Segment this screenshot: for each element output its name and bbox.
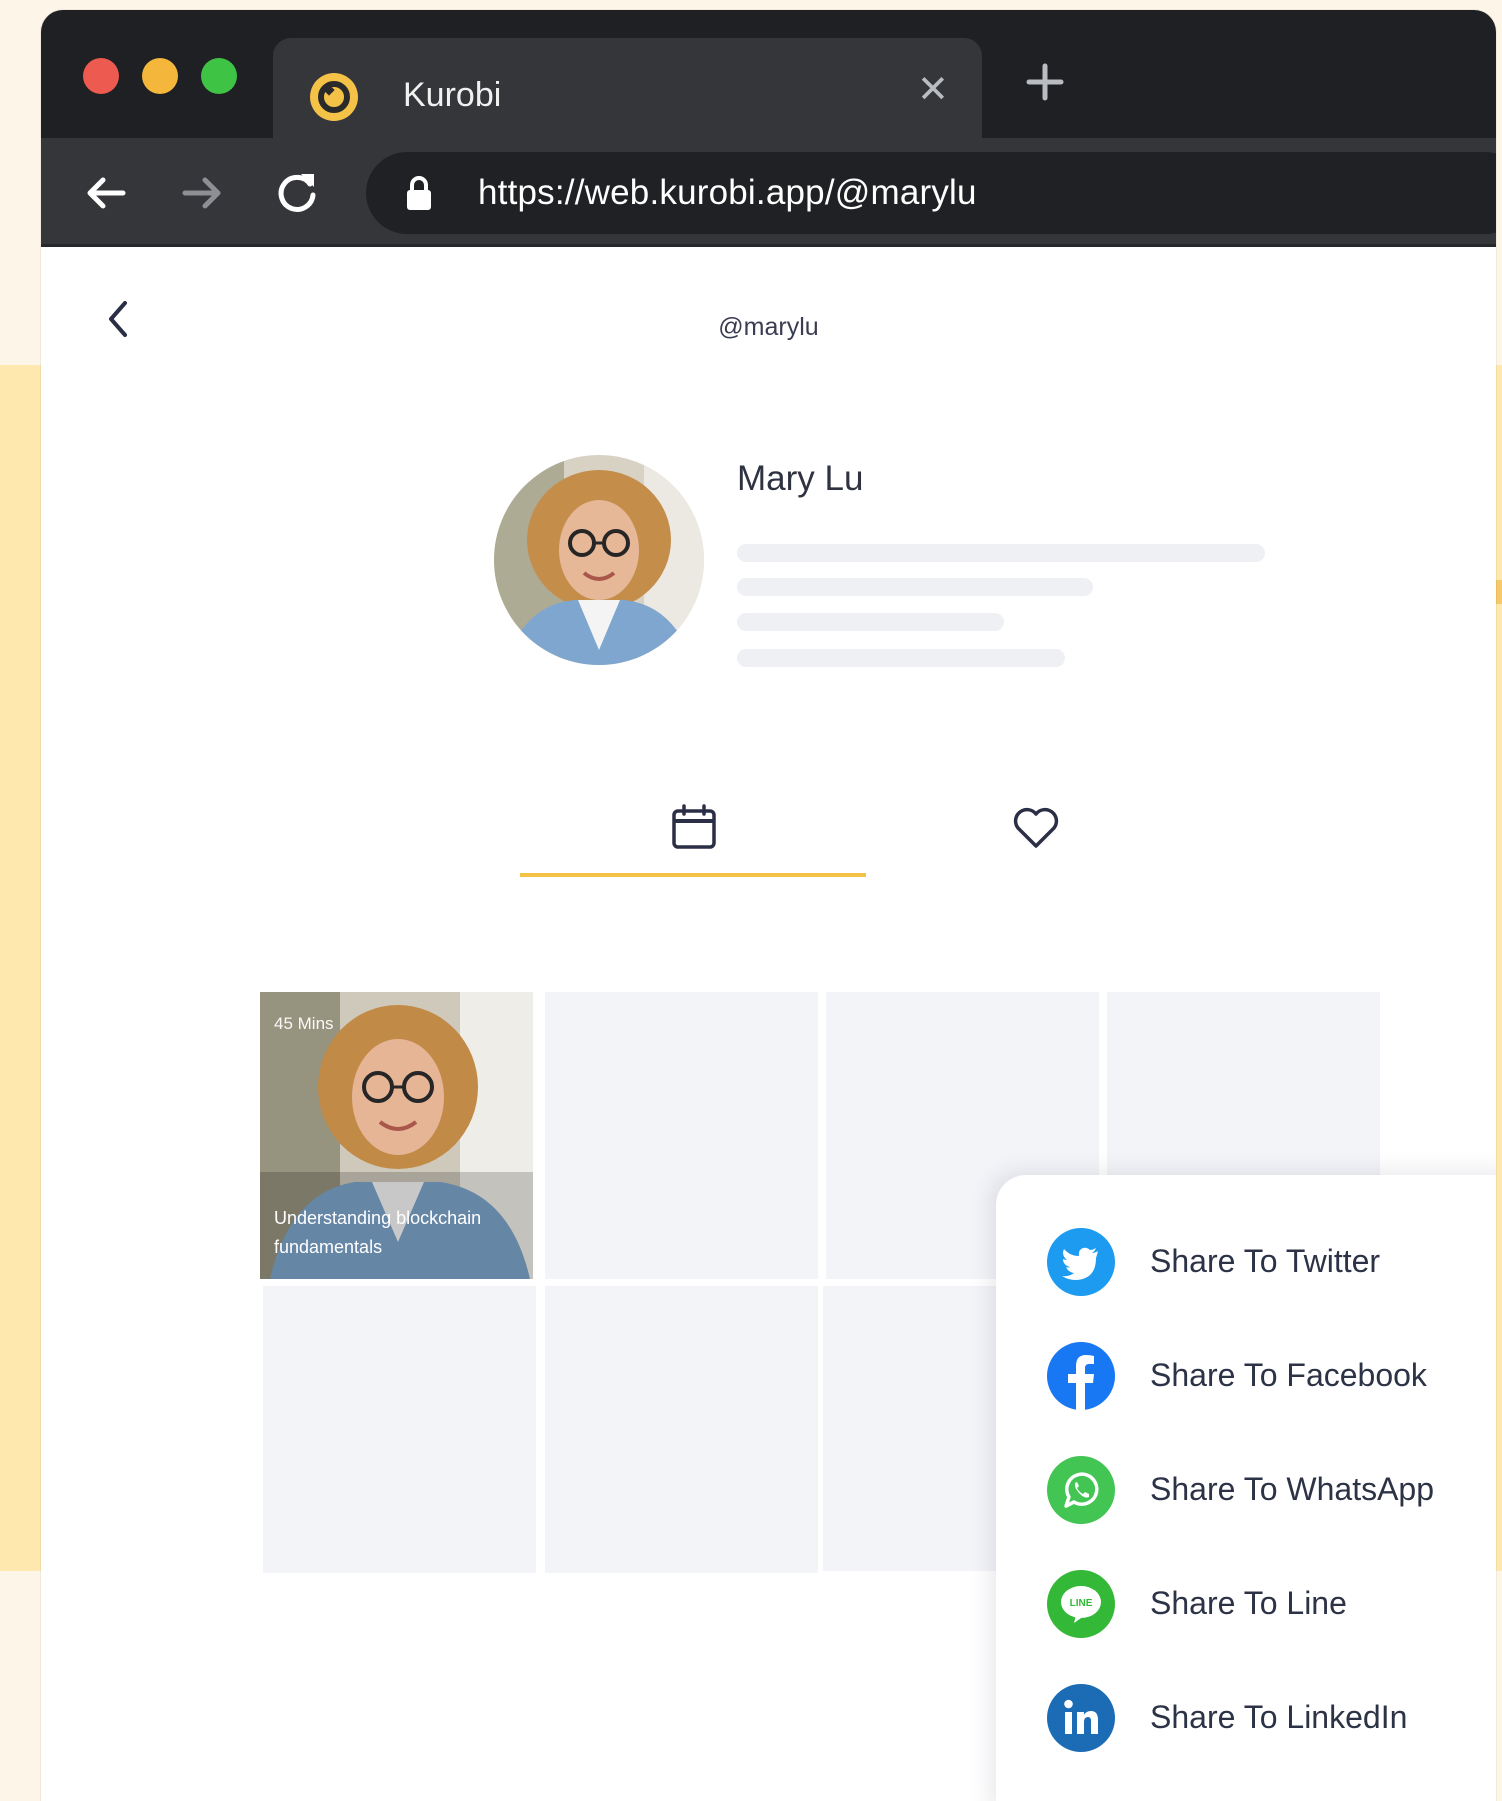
bio-placeholder-line [737,649,1065,667]
calendar-icon[interactable] [669,803,719,853]
session-duration: 45 Mins [274,1014,334,1033]
facebook-icon [1047,1342,1115,1410]
forward-arrow-icon[interactable] [179,170,225,216]
twitter-icon [1047,1228,1115,1296]
new-tab-icon[interactable] [1023,60,1067,104]
whatsapp-icon [1047,1456,1115,1524]
share-label: Share To Line [1150,1585,1347,1621]
profile-handle: @marylu [718,313,819,341]
avatar [494,455,704,665]
window-minimize-button[interactable] [142,58,178,94]
share-label: Share To WhatsApp [1150,1471,1435,1507]
profile-page: @marylu Mary Lu 45 Mins Understanding bl… [41,247,1496,1801]
share-label: Share To Facebook [1150,1357,1427,1393]
session-placeholder [545,992,818,1279]
share-linkedin-button[interactable]: Share To LinkedIn [1046,1683,1486,1753]
heart-icon[interactable] [1011,803,1061,853]
back-arrow-icon[interactable] [83,170,129,216]
share-menu: Share To Twitter Share To Facebook Share… [996,1175,1496,1801]
browser-toolbar: https://web.kurobi.app/@marylu [41,138,1496,246]
tab-close-icon[interactable]: ✕ [917,68,949,112]
linkedin-icon [1047,1684,1115,1752]
share-whatsapp-button[interactable]: Share To WhatsApp [1046,1455,1486,1525]
browser-tab[interactable]: Kurobi ✕ [273,38,982,148]
browser-tab-bar: Kurobi ✕ [41,10,1496,148]
share-line-button[interactable]: LINE Share To Line [1046,1569,1486,1639]
tab-title: Kurobi [403,76,502,114]
svg-text:LINE: LINE [1070,1598,1093,1609]
session-placeholder [545,1286,818,1573]
share-facebook-button[interactable]: Share To Facebook [1046,1341,1486,1411]
kurobi-logo-icon [310,73,358,121]
bio-placeholder-line [737,578,1093,596]
window-maximize-button[interactable] [201,58,237,94]
window-close-button[interactable] [83,58,119,94]
share-twitter-button[interactable]: Share To Twitter [1046,1227,1486,1297]
browser-window: Kurobi ✕ https://web.kurobi.app/@marylu [41,10,1496,1801]
share-label: Share To Twitter [1150,1243,1381,1279]
session-card[interactable]: 45 Mins Understanding blockchain fundame… [260,992,533,1279]
active-tab-indicator [520,873,866,877]
bio-placeholder-line [737,544,1265,562]
address-bar[interactable]: https://web.kurobi.app/@marylu [366,152,1496,234]
bio-placeholder-line [737,613,1004,631]
session-placeholder [263,1286,536,1573]
display-name: Mary Lu [737,459,864,498]
lock-icon [407,176,431,210]
session-title: Understanding blockchain fundamentals [274,1208,482,1257]
url-text[interactable]: https://web.kurobi.app/@marylu [478,172,977,214]
share-label: Share To LinkedIn [1150,1699,1408,1735]
reload-icon[interactable] [274,170,320,216]
line-icon: LINE [1047,1570,1115,1638]
